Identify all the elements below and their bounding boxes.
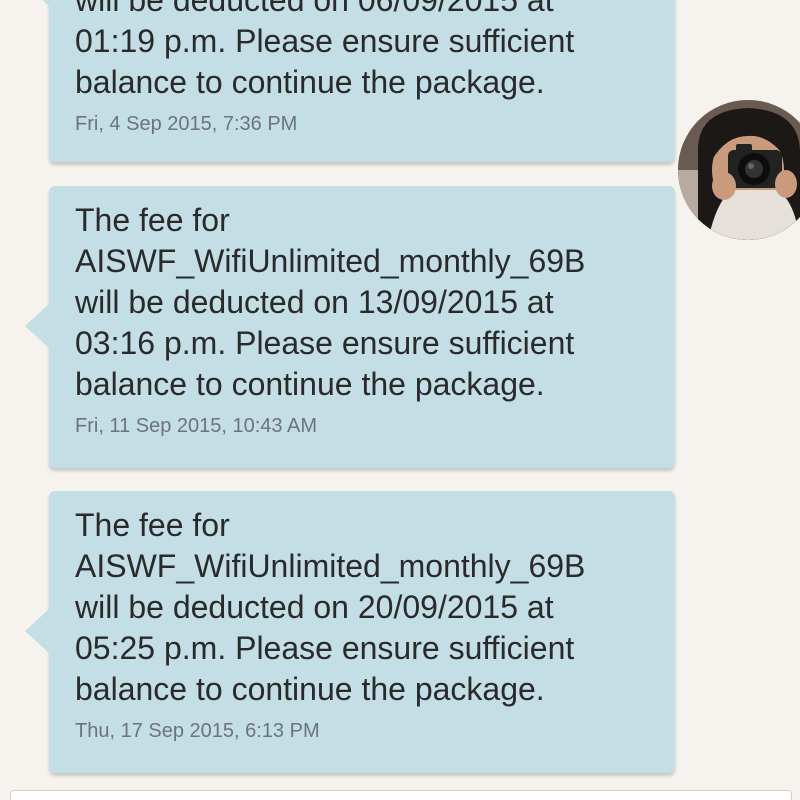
message-bubble[interactable]: will be deducted on 06/09/2015 at 01:19 … bbox=[25, 0, 675, 162]
conversation-screen: will be deducted on 06/09/2015 at 01:19 … bbox=[0, 0, 800, 800]
message-text: The fee for AISWF_WifiUnlimited_monthly_… bbox=[75, 507, 586, 707]
message-bubble[interactable]: The fee for AISWF_WifiUnlimited_monthly_… bbox=[25, 491, 675, 773]
message-timestamp: Thu, 17 Sep 2015, 6:13 PM bbox=[75, 720, 320, 742]
message-timestamp: Fri, 11 Sep 2015, 10:43 AM bbox=[75, 415, 318, 437]
contact-avatar[interactable] bbox=[678, 100, 800, 240]
user-avatar-photo-icon bbox=[678, 100, 800, 240]
message-timestamp: Fri, 4 Sep 2015, 7:36 PM bbox=[75, 113, 298, 135]
compose-input[interactable] bbox=[10, 790, 792, 800]
message-text: The fee for AISWF_WifiUnlimited_monthly_… bbox=[75, 202, 586, 402]
message-text: will be deducted on 06/09/2015 at 01:19 … bbox=[75, 0, 575, 100]
message-bubble[interactable]: The fee for AISWF_WifiUnlimited_monthly_… bbox=[25, 186, 675, 468]
